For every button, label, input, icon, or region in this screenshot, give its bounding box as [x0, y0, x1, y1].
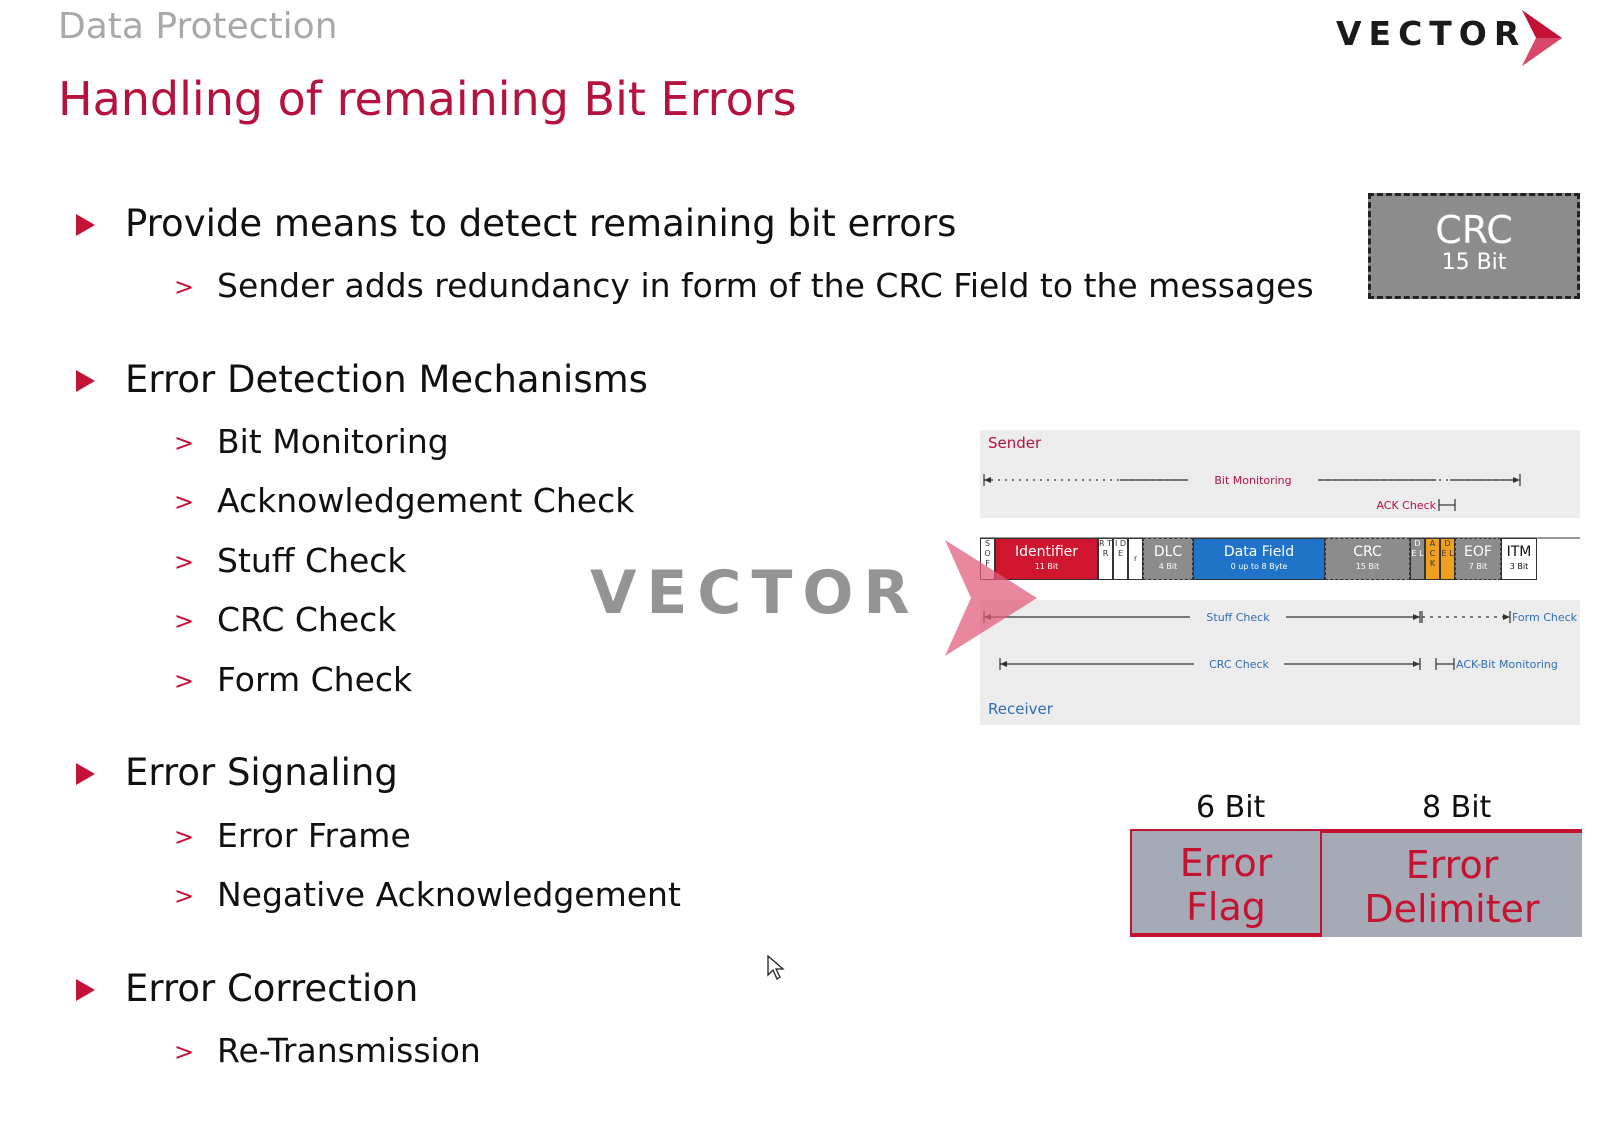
error-flag-line2: Flag [1186, 885, 1266, 929]
stuff-check-label: Stuff Check [1206, 611, 1270, 624]
field-ack-del: D E L [1440, 538, 1455, 580]
field-eof: EOF 7 Bit [1455, 538, 1501, 580]
section-label: Data Protection [58, 6, 338, 47]
data-name: Data Field [1223, 544, 1295, 560]
field-ack: A C K [1425, 538, 1440, 580]
error-flag-bits: 6 Bit [1196, 790, 1266, 825]
sub-item-label: Sender adds redundancy in form of the CR… [217, 266, 1314, 305]
chevron-bullet-icon: > [174, 273, 195, 301]
dlc-name: DLC [1153, 544, 1183, 560]
chevron-bullet-icon: > [174, 607, 195, 635]
bullet-label: Error Correction [125, 967, 419, 1010]
sub-item-label: Stuff Check [217, 541, 407, 580]
bullet-label: Provide means to detect remaining bit er… [125, 202, 957, 245]
sub-item-label: Form Check [217, 660, 413, 699]
crc-name: CRC [1353, 544, 1382, 560]
itm-bits: 3 Bit [1509, 562, 1529, 571]
can-frame-diagram: Sender Receiver Bit Monitoring ACK Check… [980, 430, 1580, 725]
error-delimiter-bits: 8 Bit [1422, 790, 1492, 825]
data-bits: 0 up to 8 Byte [1230, 562, 1288, 571]
error-delimiter-line2: Delimiter [1364, 887, 1540, 931]
chevron-bullet-icon: > [174, 823, 195, 851]
logo-chevron-icon [1522, 10, 1562, 66]
watermark-text: VECTOR [590, 558, 920, 628]
chevron-bullet-icon: > [174, 882, 195, 910]
sub-item-label: Re-Transmission [217, 1031, 481, 1070]
form-check-label: Form Check [1512, 611, 1578, 624]
bullet-label: Error Signaling [125, 751, 398, 794]
identifier-name: Identifier [1014, 544, 1079, 560]
slide-title: Handling of remaining Bit Errors [58, 72, 797, 126]
field-ide: I D E [1113, 538, 1128, 580]
triangle-bullet-icon [76, 763, 95, 785]
eof-bits: 7 Bit [1468, 562, 1488, 571]
vector-logo: VECTOR [1336, 8, 1606, 68]
sub-item-label: Error Frame [217, 816, 411, 855]
ack-bit-monitoring-label: ACK-Bit Monitoring [1456, 658, 1558, 671]
error-flag-box: Error Flag [1130, 829, 1322, 937]
mouse-cursor-icon [767, 955, 785, 980]
crc-box-subtitle: 15 Bit [1441, 250, 1507, 275]
triangle-bullet-icon [76, 370, 95, 392]
error-delimiter-line1: Error [1405, 843, 1499, 887]
eof-name: EOF [1464, 544, 1492, 560]
crc-box-title: CRC [1435, 208, 1513, 252]
crc-field-box: CRC 15 Bit [1368, 193, 1580, 299]
chevron-bullet-icon: > [174, 429, 195, 457]
bullet-label: Error Detection Mechanisms [125, 358, 648, 401]
bit-monitoring-label: Bit Monitoring [1214, 474, 1291, 487]
field-crc-del: D E L [1410, 538, 1425, 580]
field-itm: ITM 3 Bit [1501, 538, 1537, 580]
triangle-bullet-icon [76, 214, 95, 236]
vector-watermark: VECTOR [590, 540, 1040, 660]
field-r: r [1128, 538, 1143, 580]
logo-text: VECTOR [1336, 14, 1527, 53]
field-rtr: R T R [1098, 538, 1113, 580]
dlc-bits: 4 Bit [1158, 562, 1178, 571]
error-flag-line1: Error [1179, 841, 1273, 885]
field-identifier: Identifier 11 Bit [995, 538, 1098, 580]
field-data: Data Field 0 up to 8 Byte [1193, 538, 1325, 580]
error-delimiter-box: Error Delimiter [1322, 829, 1582, 937]
identifier-bits: 11 Bit [1034, 562, 1059, 571]
sub-item-label: CRC Check [217, 600, 397, 639]
chevron-bullet-icon: > [174, 548, 195, 576]
sub-item-label: Negative Acknowledgement [217, 875, 681, 914]
field-sof: S O F [980, 538, 995, 580]
chevron-bullet-icon: > [174, 667, 195, 695]
triangle-bullet-icon [76, 979, 95, 1001]
sub-item-label: Bit Monitoring [217, 422, 449, 461]
itm-name: ITM [1506, 544, 1532, 560]
field-crc: CRC 15 Bit [1325, 538, 1410, 580]
chevron-bullet-icon: > [174, 488, 195, 516]
crc-check-label: CRC Check [1209, 658, 1269, 671]
sub-item-label: Acknowledgement Check [217, 481, 635, 520]
crc-bits: 15 Bit [1355, 562, 1380, 571]
field-dlc: DLC 4 Bit [1143, 538, 1193, 580]
ack-check-label: ACK Check [1376, 499, 1436, 512]
chevron-bullet-icon: > [174, 1038, 195, 1066]
